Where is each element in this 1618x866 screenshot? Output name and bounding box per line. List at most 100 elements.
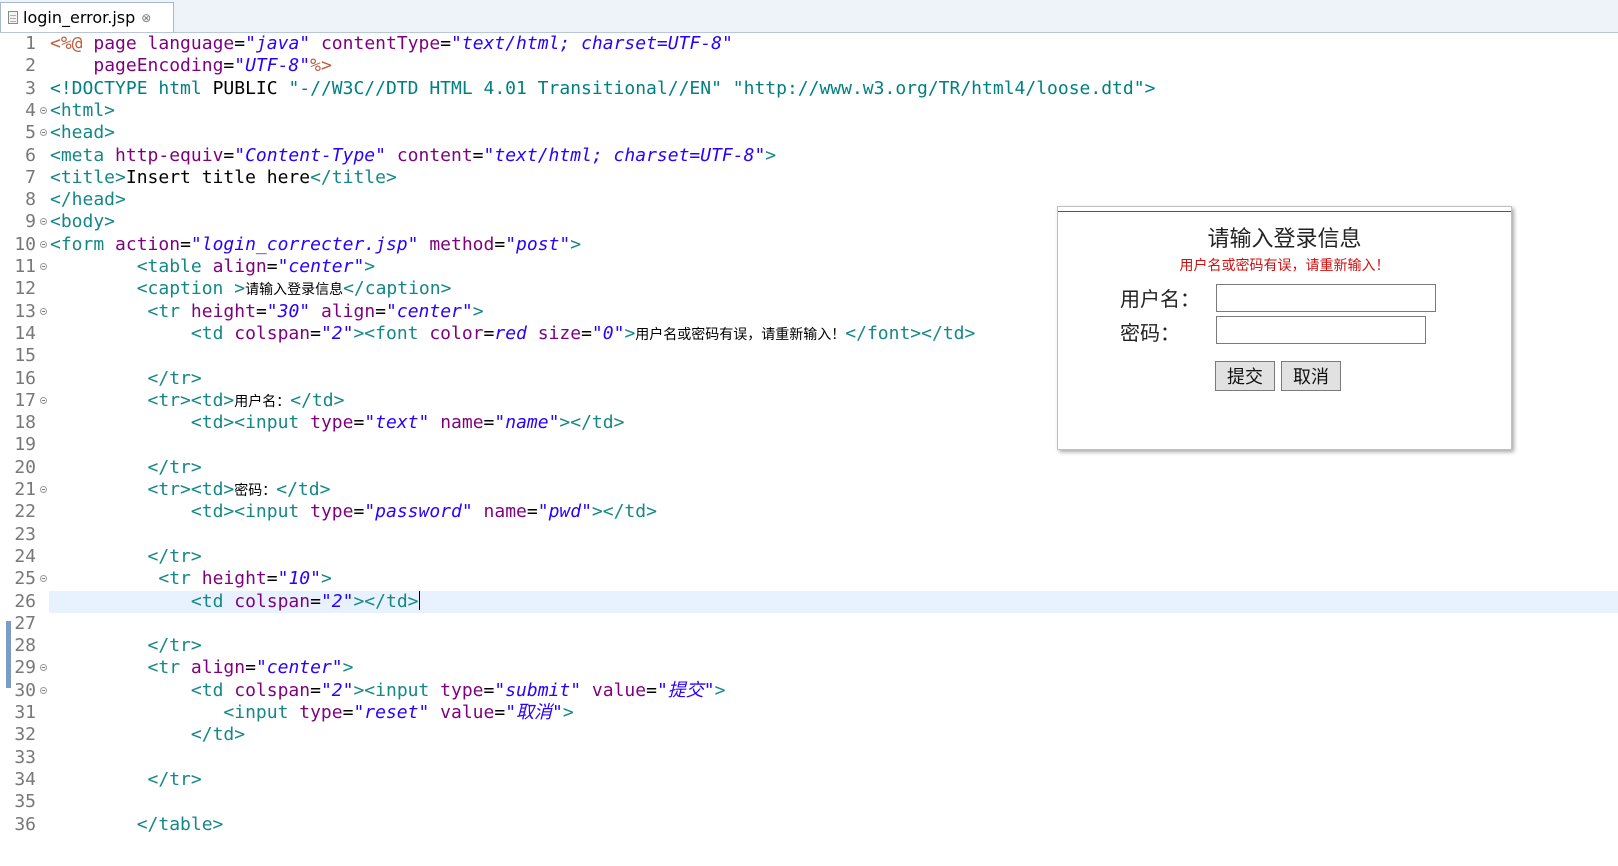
code-token: <tr><td> bbox=[147, 389, 235, 411]
gutter-line: 25 bbox=[0, 568, 49, 590]
code-line-text: <!DOCTYPE html PUBLIC "-//W3C//DTD HTML … bbox=[50, 78, 1155, 100]
code-token: = bbox=[375, 300, 387, 322]
close-icon[interactable]: ⊗ bbox=[141, 11, 151, 25]
username-input[interactable] bbox=[1216, 284, 1436, 312]
tab-login-error-jsp[interactable]: login_error.jsp ⊗ bbox=[0, 2, 174, 32]
code-token: "http://www.w3.org/TR/html4/loose.dtd" bbox=[732, 77, 1145, 99]
code-line-text: pageEncoding="UTF-8"%> bbox=[50, 55, 331, 77]
fold-toggle-icon[interactable] bbox=[40, 307, 47, 315]
code-token: align bbox=[212, 256, 267, 277]
code-line[interactable]: </table> bbox=[49, 814, 1618, 836]
code-line[interactable]: <td><input type="password" name="pwd"></… bbox=[49, 501, 1618, 523]
fold-toggle-icon[interactable] bbox=[40, 486, 47, 493]
fold-toggle-icon[interactable] bbox=[40, 240, 47, 248]
code-line[interactable]: </tr> bbox=[49, 769, 1618, 791]
line-number: 31 bbox=[14, 702, 36, 723]
code-line[interactable]: <td colspan="2"><input type="submit" val… bbox=[49, 680, 1618, 702]
code-line[interactable]: <%@ page language="java" contentType="te… bbox=[49, 33, 1618, 55]
gutter-line: 20 bbox=[0, 457, 49, 479]
line-number: 26 bbox=[14, 590, 36, 612]
reset-button[interactable]: 取消 bbox=[1281, 361, 1341, 391]
code-line-text: <title>Insert title here</title> bbox=[50, 167, 397, 189]
code-line[interactable]: </tr> bbox=[49, 635, 1618, 657]
code-line[interactable] bbox=[49, 747, 1618, 769]
tab-title: login_error.jsp bbox=[23, 8, 136, 27]
gutter-line: 2 bbox=[0, 55, 49, 77]
code-line-text: <html> bbox=[50, 100, 115, 122]
code-token: = bbox=[581, 322, 592, 344]
password-label: 密码： bbox=[1120, 321, 1180, 345]
code-token: <tr bbox=[147, 657, 191, 679]
line-number: 15 bbox=[14, 345, 36, 367]
gutter-line: 26 bbox=[0, 591, 49, 613]
preview-caption: 请输入登录信息 bbox=[1207, 227, 1362, 252]
line-number: 32 bbox=[14, 724, 36, 746]
fold-toggle-icon[interactable] bbox=[40, 664, 47, 672]
code-token: "post" bbox=[505, 233, 571, 255]
code-token: height bbox=[190, 300, 256, 322]
code-line[interactable]: <title>Insert title here</title> bbox=[49, 167, 1618, 189]
code-token: = bbox=[245, 657, 256, 679]
code-token: <body> bbox=[50, 211, 116, 233]
fold-toggle-icon[interactable] bbox=[40, 106, 47, 114]
code-line-text: <tr><td>用户名：</td> bbox=[50, 389, 345, 413]
fold-toggle-icon[interactable] bbox=[40, 129, 47, 137]
code-line[interactable]: <!DOCTYPE html PUBLIC "-//W3C//DTD HTML … bbox=[49, 78, 1618, 100]
code-line[interactable]: <head> bbox=[49, 122, 1618, 144]
code-line[interactable]: <meta http-equiv="Content-Type" content=… bbox=[49, 145, 1618, 167]
code-token: <td bbox=[190, 679, 235, 701]
code-token: "password" bbox=[364, 501, 473, 523]
fold-toggle-icon[interactable] bbox=[40, 686, 47, 694]
code-token: "text/html; charset=UTF-8" bbox=[451, 33, 733, 54]
code-token: = bbox=[440, 33, 452, 54]
code-line-text: <tr align="center"> bbox=[50, 657, 354, 679]
code-token: colspan bbox=[234, 322, 311, 344]
code-line[interactable]: </td> bbox=[49, 724, 1618, 746]
submit-button[interactable]: 提交 bbox=[1215, 361, 1275, 391]
code-line[interactable]: <td colspan="2"></td> bbox=[49, 590, 1618, 613]
code-token: "login_correcter.jsp" bbox=[190, 233, 419, 255]
code-token: > bbox=[342, 657, 354, 679]
code-line[interactable]: <tr align="center"> bbox=[49, 657, 1618, 679]
code-token: <head> bbox=[50, 122, 116, 144]
code-token: = bbox=[234, 33, 246, 54]
code-token: <!DOCTYPE bbox=[50, 77, 159, 99]
code-token: type bbox=[299, 702, 343, 723]
fold-toggle-icon[interactable] bbox=[40, 218, 47, 226]
code-token: type bbox=[310, 501, 354, 523]
login-form-preview: 请输入登录信息 用户名或密码有误，请重新输入！ 用户名： 密码： 提交 取消 bbox=[1057, 206, 1512, 450]
code-line[interactable]: <tr height="10"> bbox=[49, 568, 1618, 590]
code-line[interactable]: <input type="reset" value="取消"> bbox=[49, 702, 1618, 724]
line-number: 14 bbox=[14, 322, 36, 344]
code-token: <meta bbox=[50, 144, 116, 166]
code-token: PUBLIC bbox=[201, 77, 289, 99]
line-number: 36 bbox=[14, 813, 36, 835]
password-input[interactable] bbox=[1216, 316, 1426, 344]
code-line[interactable]: <tr><td>密码：</td> bbox=[49, 479, 1618, 501]
gutter-line: 3 bbox=[0, 78, 49, 100]
code-line[interactable]: </tr> bbox=[49, 457, 1618, 479]
code-line[interactable] bbox=[49, 613, 1618, 635]
gutter-line: 16 bbox=[0, 368, 49, 390]
code-line[interactable]: pageEncoding="UTF-8"%> bbox=[49, 55, 1618, 77]
gutter-line: 19 bbox=[0, 434, 49, 456]
fold-toggle-icon[interactable] bbox=[40, 575, 47, 583]
gutter-line: 6 bbox=[0, 145, 49, 167]
gutter-line: 18 bbox=[0, 412, 49, 434]
code-token: ></td> bbox=[559, 412, 625, 434]
code-line[interactable] bbox=[49, 524, 1618, 546]
code-line[interactable]: </tr> bbox=[49, 546, 1618, 568]
code-line[interactable]: <html> bbox=[49, 100, 1618, 122]
fold-toggle-icon[interactable] bbox=[40, 263, 47, 270]
code-token: </title> bbox=[310, 166, 397, 188]
code-line[interactable] bbox=[49, 791, 1618, 813]
code-token: </caption> bbox=[343, 278, 452, 300]
fold-toggle-icon[interactable] bbox=[40, 396, 47, 404]
code-token: = bbox=[483, 412, 495, 434]
